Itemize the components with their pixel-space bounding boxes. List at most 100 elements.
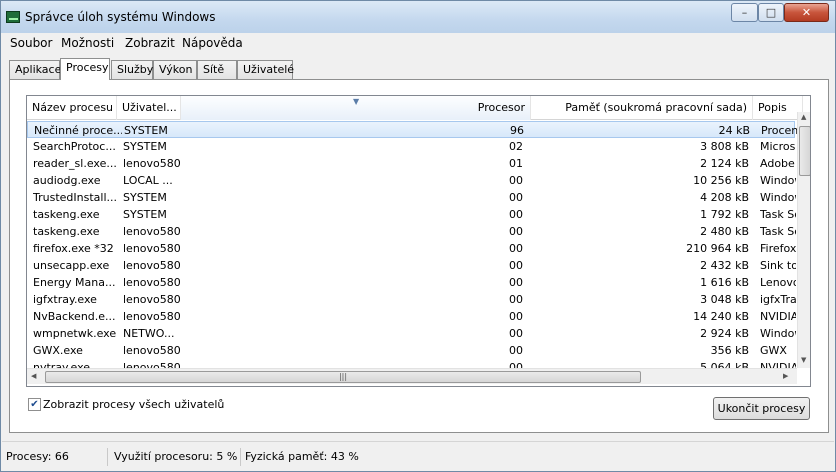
table-row[interactable]: wmpnetwk.exe NETWO... 00 2 924 kB Window (27, 325, 796, 342)
close-button[interactable]: ✕ (784, 3, 829, 22)
table-row[interactable]: GWX.exe lenovo580 00 356 kB GWX (27, 342, 795, 359)
tab-procesy[interactable]: Procesy (60, 58, 110, 80)
menu-zobrazit[interactable]: Zobrazit (125, 36, 175, 50)
table-row[interactable]: taskeng.exe SYSTEM 00 1 792 kB Task Sc (27, 206, 796, 223)
description-cell: igfxTra (760, 293, 796, 306)
app-icon (6, 11, 20, 23)
process-name-cell: Nečinné proce... (34, 124, 122, 137)
vertical-scrollbar[interactable]: ▲ ▼ (797, 112, 810, 368)
cpu-cell: 00 (509, 174, 523, 187)
table-row[interactable]: SearchProtoc... SYSTEM 02 3 808 kB Microso (27, 138, 796, 155)
user-cell: lenovo580 (123, 344, 181, 357)
tab-uzivatele[interactable]: Uživatelé (237, 60, 294, 79)
table-row[interactable]: firefox.exe *32 lenovo580 00 210 964 kB Fire… (27, 240, 796, 257)
description-cell: Window (760, 191, 796, 204)
user-cell: SYSTEM (124, 124, 168, 137)
vertical-scroll-thumb[interactable] (799, 126, 810, 176)
description-cell: GWX (760, 344, 787, 357)
menu-moznosti[interactable]: Možnosti (61, 36, 114, 50)
memory-cell: 14 240 kB (693, 310, 749, 323)
table-row[interactable]: NvBackend.e... lenovo580 00 14 240 kB NVIDIA (27, 308, 796, 325)
table-row[interactable]: audiodg.exe LOCAL ... 00 10 256 kB Window (27, 172, 796, 189)
checkmark-icon: ✔ (30, 399, 39, 410)
user-cell: lenovo580 (123, 242, 181, 255)
column-process-name[interactable]: Název procesu (27, 96, 117, 120)
memory-cell: 2 124 kB (700, 157, 749, 170)
process-name-cell: Energy Mana... (33, 276, 116, 289)
cpu-cell: 00 (509, 242, 523, 255)
memory-cell: 3 808 kB (700, 140, 749, 153)
column-user[interactable]: Uživatel... (117, 96, 181, 120)
title-bar[interactable]: Správce úloh systému Windows – □ ✕ (1, 1, 835, 33)
process-name-cell: igfxtray.exe (33, 293, 97, 306)
cpu-cell: 00 (509, 327, 523, 340)
cpu-cell: 00 (509, 259, 523, 272)
process-name-cell: wmpnetwk.exe (33, 327, 117, 340)
description-cell: Window (760, 174, 796, 187)
menu-soubor[interactable]: Soubor (10, 36, 52, 50)
column-description[interactable]: Popis (753, 96, 803, 120)
process-name-cell: taskeng.exe (33, 225, 100, 238)
table-row[interactable]: taskeng.exe lenovo580 00 2 480 kB Task Sc (27, 223, 796, 240)
tab-vykon[interactable]: Výkon (153, 60, 197, 79)
cpu-cell: 00 (509, 191, 523, 204)
menu-napoveda[interactable]: Nápověda (182, 36, 243, 50)
memory-cell: 2 480 kB (700, 225, 749, 238)
cpu-cell: 96 (510, 124, 524, 137)
sort-arrow-icon: ▼ (353, 97, 360, 106)
column-memory[interactable]: Paměť (soukromá pracovní sada) (531, 96, 753, 120)
scroll-up-icon[interactable]: ▲ (801, 113, 806, 121)
status-physical-memory: Fyzická paměť: 43 % (245, 450, 359, 463)
memory-cell: 2 432 kB (700, 259, 749, 272)
process-name-cell: GWX.exe (33, 344, 83, 357)
table-row[interactable]: reader_sl.exe... lenovo580 01 2 124 kB Adobe (27, 155, 795, 172)
user-cell: SYSTEM (123, 140, 167, 153)
scroll-down-icon[interactable]: ▼ (801, 356, 806, 364)
process-name-cell: reader_sl.exe... (33, 157, 117, 170)
memory-cell: 3 048 kB (700, 293, 749, 306)
user-cell: NETWO... (123, 327, 175, 340)
cpu-cell: 00 (509, 225, 523, 238)
horizontal-scroll-thumb[interactable]: ||| (45, 371, 641, 383)
cpu-cell: 00 (509, 293, 523, 306)
process-name-cell: audiodg.exe (33, 174, 101, 187)
show-all-users-checkbox[interactable]: ✔ (28, 398, 41, 411)
description-cell: Firefox (760, 242, 796, 255)
user-cell: lenovo580 (123, 276, 181, 289)
minimize-icon: – (741, 6, 748, 19)
table-row[interactable]: unsecapp.exe lenovo580 00 2 432 kB Sink to (27, 257, 796, 274)
description-cell: NVIDIA (760, 310, 796, 323)
column-header: Název procesu Uživatel... Procesor Paměť… (27, 96, 810, 120)
cpu-cell: 00 (509, 208, 523, 221)
cpu-cell: 01 (509, 157, 523, 170)
scroll-left-icon[interactable]: ◀ (31, 372, 36, 380)
process-name-cell: firefox.exe *32 (33, 242, 114, 255)
table-row[interactable]: TrustedInstall... SYSTEM 00 4 208 kB Window (27, 189, 796, 206)
memory-cell: 1 792 kB (700, 208, 749, 221)
scroll-right-icon[interactable]: ▶ (783, 372, 788, 380)
table-row[interactable]: igfxtray.exe lenovo580 00 3 048 kB igfxTra (27, 291, 796, 308)
tab-sluzby[interactable]: Služby (111, 60, 153, 79)
process-list[interactable]: Název procesu Uživatel... Procesor Paměť… (26, 95, 811, 387)
process-name-cell: taskeng.exe (33, 208, 100, 221)
status-bar: Procesy: 66 Využití procesoru: 5 % Fyzic… (2, 441, 834, 471)
table-row[interactable]: Nečinné proce... SYSTEM 96 24 kB Procen (27, 121, 797, 138)
table-row[interactable]: Energy Mana... lenovo580 00 1 616 kB Lenovo (27, 274, 796, 291)
status-cpu-usage: Využití procesoru: 5 % (108, 448, 241, 466)
show-all-users-label: Zobrazit procesy všech uživatelů (43, 398, 225, 411)
maximize-button[interactable]: □ (758, 3, 784, 22)
cpu-cell: 00 (509, 310, 523, 323)
window-title: Správce úloh systému Windows (25, 10, 216, 24)
status-process-count: Procesy: 66 (2, 448, 108, 466)
process-name-cell: unsecapp.exe (33, 259, 110, 272)
user-cell: lenovo580 (123, 157, 181, 170)
memory-cell: 1 616 kB (700, 276, 749, 289)
horizontal-scrollbar[interactable]: ◀ ||| ▶ (27, 368, 797, 384)
minimize-button[interactable]: – (731, 3, 758, 22)
process-name-cell: TrustedInstall... (33, 191, 117, 204)
end-process-button[interactable]: Ukončit procesy (713, 397, 810, 420)
tab-site[interactable]: Sítě (197, 60, 237, 79)
tab-aplikace[interactable]: Aplikace (9, 60, 61, 79)
memory-cell: 4 208 kB (700, 191, 749, 204)
cpu-cell: 00 (509, 276, 523, 289)
